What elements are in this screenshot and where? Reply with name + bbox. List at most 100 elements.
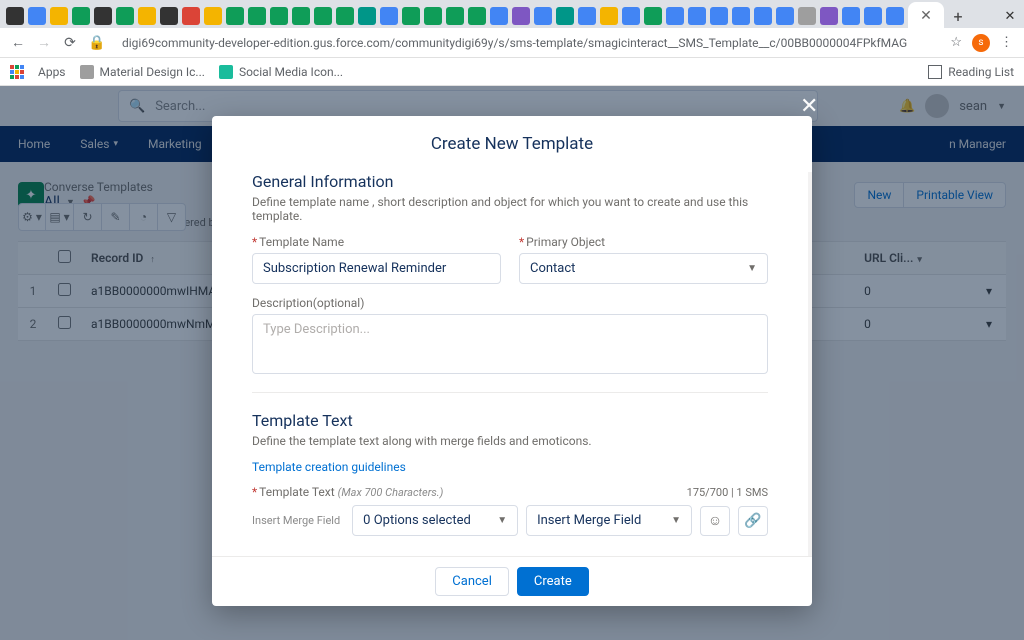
- primary-object-label: *Primary Object: [519, 235, 768, 249]
- tab-favicon[interactable]: [666, 7, 684, 25]
- forward-icon[interactable]: →: [36, 34, 52, 51]
- select-value: Insert Merge Field: [537, 513, 641, 528]
- emoji-button[interactable]: ☺: [700, 506, 730, 536]
- section-heading: Template Text: [252, 411, 768, 430]
- bookmark-icon: [219, 65, 233, 79]
- tab-favicon[interactable]: [688, 7, 706, 25]
- primary-object-select[interactable]: Contact ▼: [519, 253, 768, 284]
- apps-icon[interactable]: [10, 65, 24, 79]
- tab-favicon[interactable]: [600, 7, 618, 25]
- merge-options-select[interactable]: 0 Options selected ▼: [352, 505, 518, 536]
- tab-favicon[interactable]: [72, 7, 90, 25]
- apps-label[interactable]: Apps: [38, 65, 66, 79]
- browser-chrome: ✕ + ✕ ← → ⟳ 🔒 digi69community-developer-…: [0, 0, 1024, 86]
- tab-favicon[interactable]: [182, 7, 200, 25]
- reading-list-icon: [928, 65, 942, 79]
- tab-favicon[interactable]: [534, 7, 552, 25]
- tab-favicon[interactable]: [204, 7, 222, 25]
- tab-favicon[interactable]: [6, 7, 24, 25]
- tab-favicon[interactable]: [732, 7, 750, 25]
- create-template-modal: Create New Template General Information …: [212, 116, 812, 606]
- create-button[interactable]: Create: [517, 567, 589, 596]
- bookmark-label: Material Design Ic...: [100, 65, 205, 79]
- tab-favicon[interactable]: [578, 7, 596, 25]
- description-label: Description(optional): [252, 296, 768, 310]
- reading-list[interactable]: Reading List: [928, 65, 1014, 79]
- tab-favicon[interactable]: [468, 7, 486, 25]
- tab-favicon[interactable]: [50, 7, 68, 25]
- lock-icon: 🔒: [88, 35, 104, 51]
- profile-avatar[interactable]: s: [972, 34, 990, 52]
- tab-favicon[interactable]: [160, 7, 178, 25]
- section-general-info: General Information Define template name…: [252, 172, 768, 374]
- tab-favicon[interactable]: [380, 7, 398, 25]
- bookmark-star-icon[interactable]: ☆: [950, 35, 962, 50]
- tab-favicon[interactable]: [754, 7, 772, 25]
- char-counter: 175/700 | 1 SMS: [687, 486, 768, 499]
- section-template-text: Template Text Define the template text a…: [252, 411, 768, 536]
- tab-favicon[interactable]: [402, 7, 420, 25]
- modal-title: Create New Template: [212, 116, 812, 172]
- modal-footer: Cancel Create: [212, 556, 812, 606]
- bookmarks-bar: Apps Material Design Ic... Social Media …: [0, 58, 1024, 86]
- active-tab[interactable]: ✕: [908, 2, 944, 30]
- kebab-menu-icon[interactable]: ⋮: [1000, 35, 1014, 50]
- tab-favicon[interactable]: [270, 7, 288, 25]
- tab-favicon[interactable]: [512, 7, 530, 25]
- tab-favicon[interactable]: [94, 7, 112, 25]
- tab-favicon[interactable]: [314, 7, 332, 25]
- guidelines-link[interactable]: Template creation guidelines: [252, 460, 406, 474]
- tab-favicon[interactable]: [446, 7, 464, 25]
- tab-favicon[interactable]: [886, 7, 904, 25]
- template-name-input[interactable]: [252, 253, 501, 284]
- tab-favicon[interactable]: [28, 7, 46, 25]
- select-value: 0 Options selected: [363, 513, 471, 528]
- tab-favicon[interactable]: [358, 7, 376, 25]
- section-heading: General Information: [252, 172, 768, 191]
- tab-favicon[interactable]: [842, 7, 860, 25]
- back-icon[interactable]: ←: [10, 34, 26, 51]
- tab-favicon[interactable]: [424, 7, 442, 25]
- reading-list-label: Reading List: [948, 65, 1014, 79]
- bookmark-label: Social Media Icon...: [239, 65, 343, 79]
- tab-favicon[interactable]: [864, 7, 882, 25]
- tab-strip: ✕ + ✕: [0, 0, 1024, 28]
- template-text-label: *Template Text (Max 700 Characters.): [252, 485, 443, 499]
- tab-favicon[interactable]: [644, 7, 662, 25]
- link-button[interactable]: 🔗: [738, 506, 768, 536]
- tab-favicon[interactable]: [798, 7, 816, 25]
- bookmark-item[interactable]: Social Media Icon...: [219, 65, 343, 79]
- tab-favicon[interactable]: [292, 7, 310, 25]
- address-bar: ← → ⟳ 🔒 digi69community-developer-editio…: [0, 28, 1024, 58]
- close-icon[interactable]: ✕: [920, 8, 932, 24]
- section-description: Define template name , short description…: [252, 195, 768, 223]
- tab-favicon[interactable]: [820, 7, 838, 25]
- description-textarea[interactable]: [252, 314, 768, 374]
- bookmark-item[interactable]: Material Design Ic...: [80, 65, 205, 79]
- tab-favicon[interactable]: [710, 7, 728, 25]
- tab-favicon[interactable]: [490, 7, 508, 25]
- chevron-down-icon: ▼: [747, 263, 757, 274]
- tab-favicon[interactable]: [336, 7, 354, 25]
- chevron-down-icon: ▼: [497, 515, 507, 526]
- tab-favicon[interactable]: [556, 7, 574, 25]
- select-value: Contact: [530, 261, 575, 276]
- merge-field-label: Insert Merge Field: [252, 514, 344, 527]
- tab-favicon[interactable]: [622, 7, 640, 25]
- tab-favicon[interactable]: [226, 7, 244, 25]
- bookmark-icon: [80, 65, 94, 79]
- tab-favicon[interactable]: [248, 7, 266, 25]
- tab-favicon[interactable]: [138, 7, 156, 25]
- reload-icon[interactable]: ⟳: [62, 35, 78, 51]
- chevron-down-icon: ▼: [671, 515, 681, 526]
- section-description: Define the template text along with merg…: [252, 434, 768, 448]
- divider: [252, 392, 768, 393]
- template-name-label: *Template Name: [252, 235, 501, 249]
- new-tab-button[interactable]: +: [948, 7, 968, 26]
- url-input[interactable]: digi69community-developer-edition.gus.fo…: [114, 32, 940, 54]
- window-close-icon[interactable]: ✕: [1002, 9, 1018, 24]
- tab-favicon[interactable]: [116, 7, 134, 25]
- tab-favicon[interactable]: [776, 7, 794, 25]
- cancel-button[interactable]: Cancel: [435, 567, 509, 596]
- merge-field-select[interactable]: Insert Merge Field ▼: [526, 505, 692, 536]
